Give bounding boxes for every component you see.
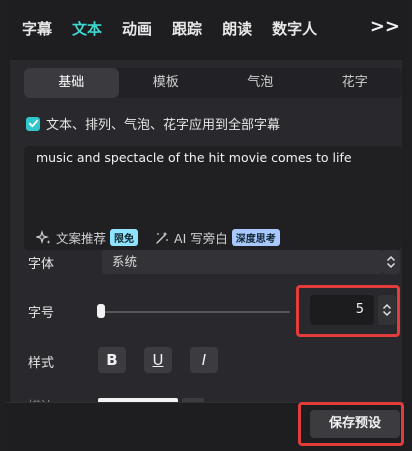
subtab-template[interactable]: 模板 [119,68,214,98]
font-label: 字体 [28,257,55,272]
text-panel: 字幕 文本 动画 跟踪 朗读 数字人 >> 基础 模板 气泡 花字 文本、排列、… [6,0,406,451]
tab-animation[interactable]: 动画 [122,18,152,39]
copy-recommend-button[interactable]: 文案推荐 限免 [36,228,139,247]
ai-voiceover-label: AI 写旁白 [174,231,228,246]
free-badge: 限免 [110,229,139,246]
tab-text[interactable]: 文本 [72,18,102,39]
apply-all-row: 文本、排列、气泡、花字应用到全部字幕 [26,114,280,133]
chevron-down-icon [386,262,396,269]
italic-button[interactable]: I [190,347,218,373]
apply-all-checkbox[interactable] [26,116,40,131]
text-input-area[interactable]: music and spectacle of the hit movie com… [24,146,402,250]
tab-read-aloud[interactable]: 朗读 [222,18,252,39]
ai-voiceover-button[interactable]: AI 写旁白 深度思考 [154,228,280,247]
style-label: 样式 [28,356,55,371]
ai-actions-row: 文案推荐 限免 AI 写旁白 深度思考 [36,228,280,247]
more-tabs-button[interactable]: >> [370,16,400,37]
underline-button[interactable]: U [144,347,172,373]
tab-subtitle[interactable]: 字幕 [22,18,52,39]
size-slider-thumb[interactable] [97,304,105,318]
deep-thinking-badge: 深度思考 [231,229,280,246]
font-select-toggle[interactable] [382,250,400,274]
tab-digital-human[interactable]: 数字人 [272,18,317,39]
top-tab-bar: 字幕 文本 动画 跟踪 朗读 数字人 [6,0,406,56]
apply-all-label: 文本、排列、气泡、花字应用到全部字幕 [46,118,281,133]
copy-recommend-label: 文案推荐 [56,231,107,246]
subtab-segmented-control: 基础 模板 气泡 花字 [24,68,402,98]
text-content[interactable]: music and spectacle of the hit movie com… [36,150,352,165]
subtab-basic[interactable]: 基础 [24,68,119,98]
basic-settings-area: 基础 模板 气泡 花字 文本、排列、气泡、花字应用到全部字幕 music and… [10,60,402,450]
subtab-bubble[interactable]: 气泡 [213,68,308,98]
check-icon [28,119,38,128]
size-highlight-box [296,285,400,337]
subtab-fancy-text[interactable]: 花字 [308,68,403,98]
tab-tracking[interactable]: 跟踪 [172,18,202,39]
font-select[interactable]: 系统 [102,250,382,274]
bold-button[interactable]: B [98,347,126,373]
chevron-up-icon [386,255,396,262]
save-highlight-box [298,402,404,446]
size-label: 字号 [28,306,55,321]
size-slider-track[interactable] [102,311,290,313]
sparkle-icon [36,229,51,244]
magic-wand-icon [156,231,168,244]
